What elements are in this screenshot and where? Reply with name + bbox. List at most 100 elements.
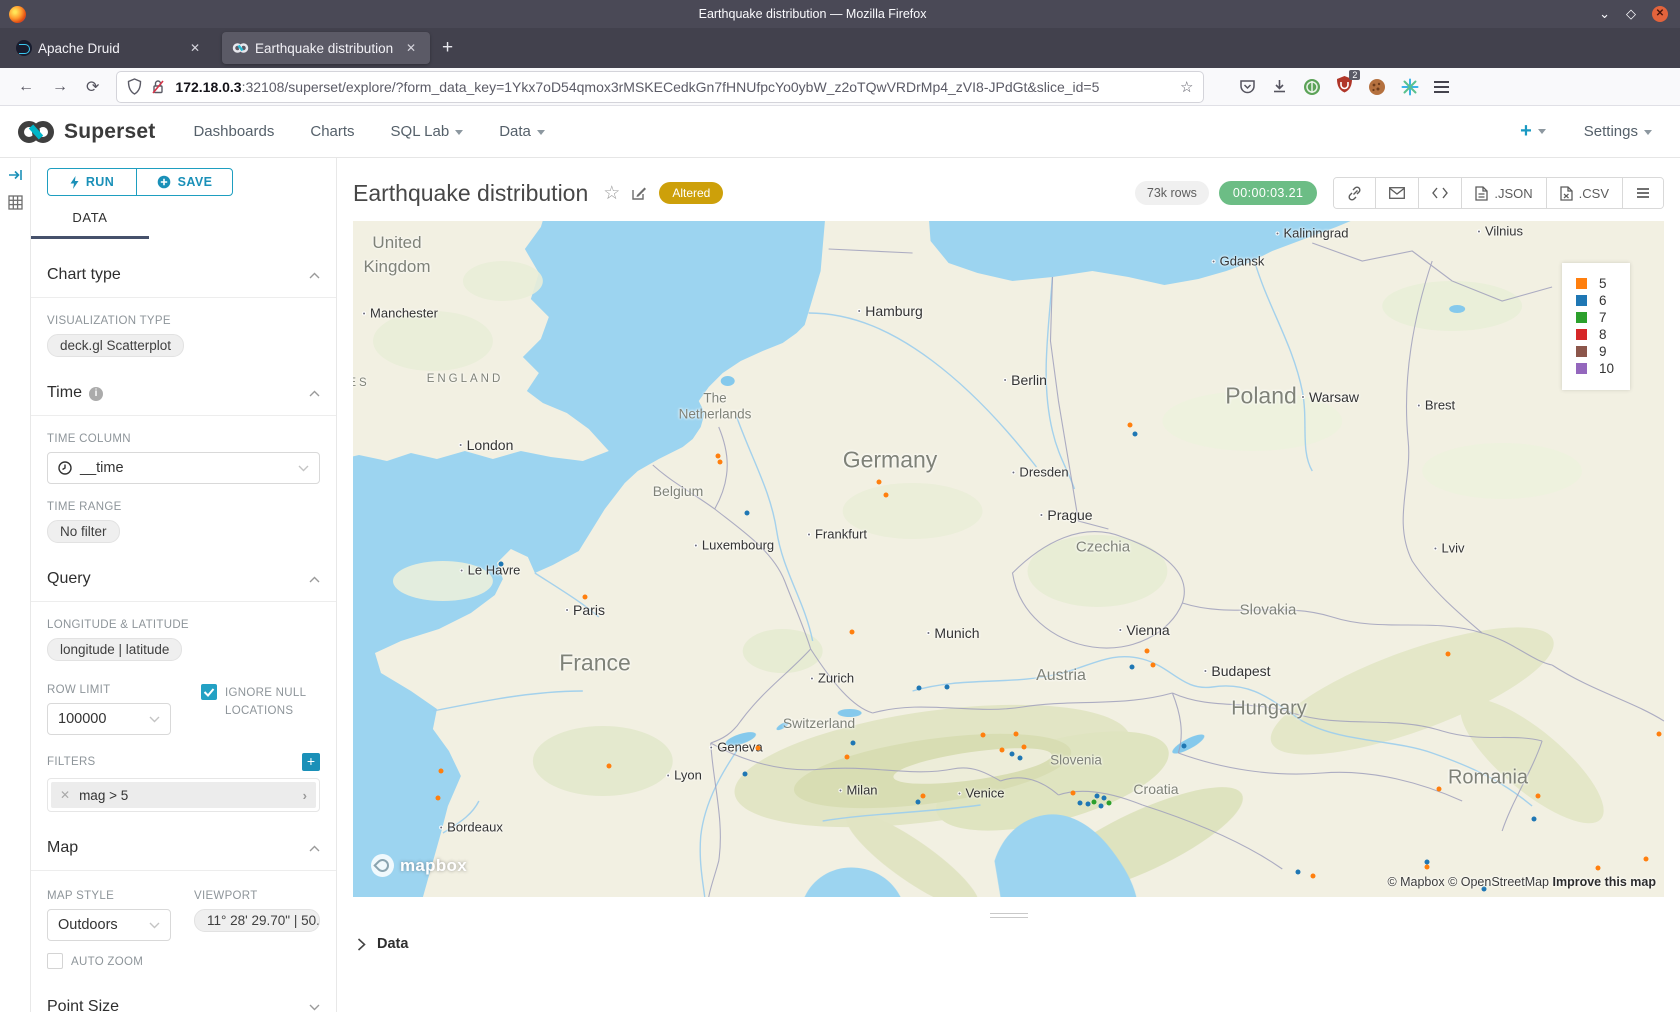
reload-icon[interactable]: ⟳: [86, 77, 99, 97]
map-style-select[interactable]: Outdoors: [47, 909, 171, 941]
earthquake-point[interactable]: [917, 686, 922, 691]
earthquake-point[interactable]: [1078, 801, 1083, 806]
earthquake-point[interactable]: [756, 746, 761, 751]
earthquake-point[interactable]: [718, 460, 723, 465]
earthquake-point[interactable]: [743, 772, 748, 777]
section-time[interactable]: Timei: [31, 384, 336, 416]
tracking-shield-icon[interactable]: [127, 78, 142, 95]
earthquake-point[interactable]: [1151, 663, 1156, 668]
earthquake-point[interactable]: [1010, 752, 1015, 757]
edit-icon[interactable]: [631, 185, 647, 201]
tab-close-icon[interactable]: ✕: [186, 39, 204, 57]
earthquake-point[interactable]: [1022, 745, 1027, 750]
earthquake-point[interactable]: [845, 755, 850, 760]
earthquake-point[interactable]: [1102, 796, 1107, 801]
section-query[interactable]: Query: [31, 570, 336, 602]
earthquake-point[interactable]: [1644, 857, 1649, 862]
earthquake-point[interactable]: [1311, 874, 1316, 879]
back-icon[interactable]: ←: [18, 78, 34, 96]
export-csv-button[interactable]: .CSV: [1546, 178, 1622, 208]
remove-filter-icon[interactable]: ✕: [60, 788, 70, 802]
earthquake-point[interactable]: [884, 493, 889, 498]
window-close-icon[interactable]: ✕: [1652, 6, 1668, 22]
firefox-menu-icon[interactable]: [1434, 78, 1449, 96]
add-filter-button[interactable]: +: [302, 753, 320, 771]
earthquake-point[interactable]: [1095, 794, 1100, 799]
save-button[interactable]: SAVE: [137, 169, 232, 195]
data-panel-toggle[interactable]: Data: [353, 928, 1664, 960]
time-column-select[interactable]: __time: [47, 452, 320, 484]
earthquake-point[interactable]: [1133, 432, 1138, 437]
earthquake-point[interactable]: [1092, 800, 1097, 805]
nav-charts[interactable]: Charts: [310, 123, 354, 140]
extension-green-icon[interactable]: [1303, 78, 1321, 96]
section-map[interactable]: Map: [31, 839, 336, 871]
nav-dashboards[interactable]: Dashboards: [193, 123, 274, 140]
earthquake-point[interactable]: [1182, 744, 1187, 749]
earthquake-point[interactable]: [1071, 791, 1076, 796]
earthquake-point[interactable]: [1130, 665, 1135, 670]
filter-item[interactable]: ✕ mag > 5 ›: [51, 782, 316, 808]
email-button[interactable]: [1375, 178, 1418, 208]
pocket-icon[interactable]: [1239, 78, 1256, 95]
earthquake-point[interactable]: [1536, 794, 1541, 799]
mapbox-logo[interactable]: mapbox: [371, 854, 467, 877]
earthquake-point[interactable]: [1296, 870, 1301, 875]
earthquake-point[interactable]: [851, 741, 856, 746]
nav-sql-lab[interactable]: SQL Lab: [391, 123, 464, 140]
viewport-value[interactable]: 11° 28' 29.70" | 50...: [194, 909, 320, 932]
window-maximize-icon[interactable]: ◇: [1626, 6, 1636, 22]
copy-link-button[interactable]: [1334, 178, 1375, 208]
ignore-null-checkbox[interactable]: IGNORE NULL LOCATIONS: [201, 684, 320, 720]
earthquake-point[interactable]: [716, 454, 721, 459]
earthquake-point[interactable]: [850, 630, 855, 635]
earthquake-point[interactable]: [1446, 652, 1451, 657]
new-tab-icon[interactable]: +: [442, 37, 453, 59]
container-ext-icon[interactable]: [1401, 78, 1419, 96]
tab-apache-druid[interactable]: Apache Druid ✕: [6, 32, 214, 64]
downloads-icon[interactable]: [1271, 78, 1288, 95]
tab-close-icon[interactable]: ✕: [402, 39, 420, 57]
earthquake-point[interactable]: [916, 800, 921, 805]
settings-menu[interactable]: Settings: [1584, 123, 1652, 140]
time-range-value[interactable]: No filter: [47, 520, 120, 543]
earthquake-point[interactable]: [1425, 865, 1430, 870]
bookmark-star-icon[interactable]: ☆: [1180, 78, 1193, 96]
superset-brand[interactable]: Superset: [16, 119, 155, 145]
favorite-star-icon[interactable]: ☆: [603, 182, 620, 205]
earthquake-point[interactable]: [945, 685, 950, 690]
earthquake-point[interactable]: [1000, 748, 1005, 753]
earthquake-point[interactable]: [436, 796, 441, 801]
lonlat-value[interactable]: longitude | latitude: [47, 638, 182, 661]
attribution-mapbox-link[interactable]: © Mapbox: [1387, 875, 1444, 889]
earthquake-point[interactable]: [1596, 866, 1601, 871]
insecure-lock-icon[interactable]: [151, 79, 165, 95]
earthquake-point[interactable]: [1014, 732, 1019, 737]
row-limit-select[interactable]: 100000: [47, 703, 171, 735]
earthquake-point[interactable]: [877, 480, 882, 485]
run-button[interactable]: RUN: [48, 169, 137, 195]
nav-data[interactable]: Data: [499, 123, 545, 140]
forward-icon[interactable]: →: [52, 78, 68, 96]
earthquake-point[interactable]: [1099, 804, 1104, 809]
ublock-icon[interactable]: 2: [1336, 75, 1353, 98]
earthquake-point[interactable]: [1128, 423, 1133, 428]
earthquake-point[interactable]: [1657, 732, 1662, 737]
attribution-osm-link[interactable]: © OpenStreetMap: [1448, 875, 1549, 889]
tab-data[interactable]: DATA: [31, 210, 149, 239]
window-minimize-icon[interactable]: ⌄: [1599, 6, 1610, 22]
url-field[interactable]: 172.18.0.3:32108/superset/explore/?form_…: [117, 72, 1203, 102]
earthquake-point[interactable]: [607, 764, 612, 769]
auto-zoom-checkbox[interactable]: AUTO ZOOM: [47, 953, 190, 971]
earthquake-point[interactable]: [1532, 817, 1537, 822]
collapse-panel-icon[interactable]: [8, 168, 23, 182]
earthquake-point[interactable]: [745, 511, 750, 516]
deckgl-scatter-map[interactable]: UnitedKingdomENGLANDESTheNetherlandsBelg…: [353, 221, 1664, 897]
filter-expand-icon[interactable]: ›: [303, 788, 307, 803]
earthquake-point[interactable]: [583, 595, 588, 600]
dataset-grid-icon[interactable]: [8, 195, 23, 210]
new-item-button[interactable]: +: [1520, 120, 1546, 143]
embed-code-button[interactable]: [1418, 178, 1461, 208]
earthquake-point[interactable]: [981, 733, 986, 738]
earthquake-point[interactable]: [921, 794, 926, 799]
